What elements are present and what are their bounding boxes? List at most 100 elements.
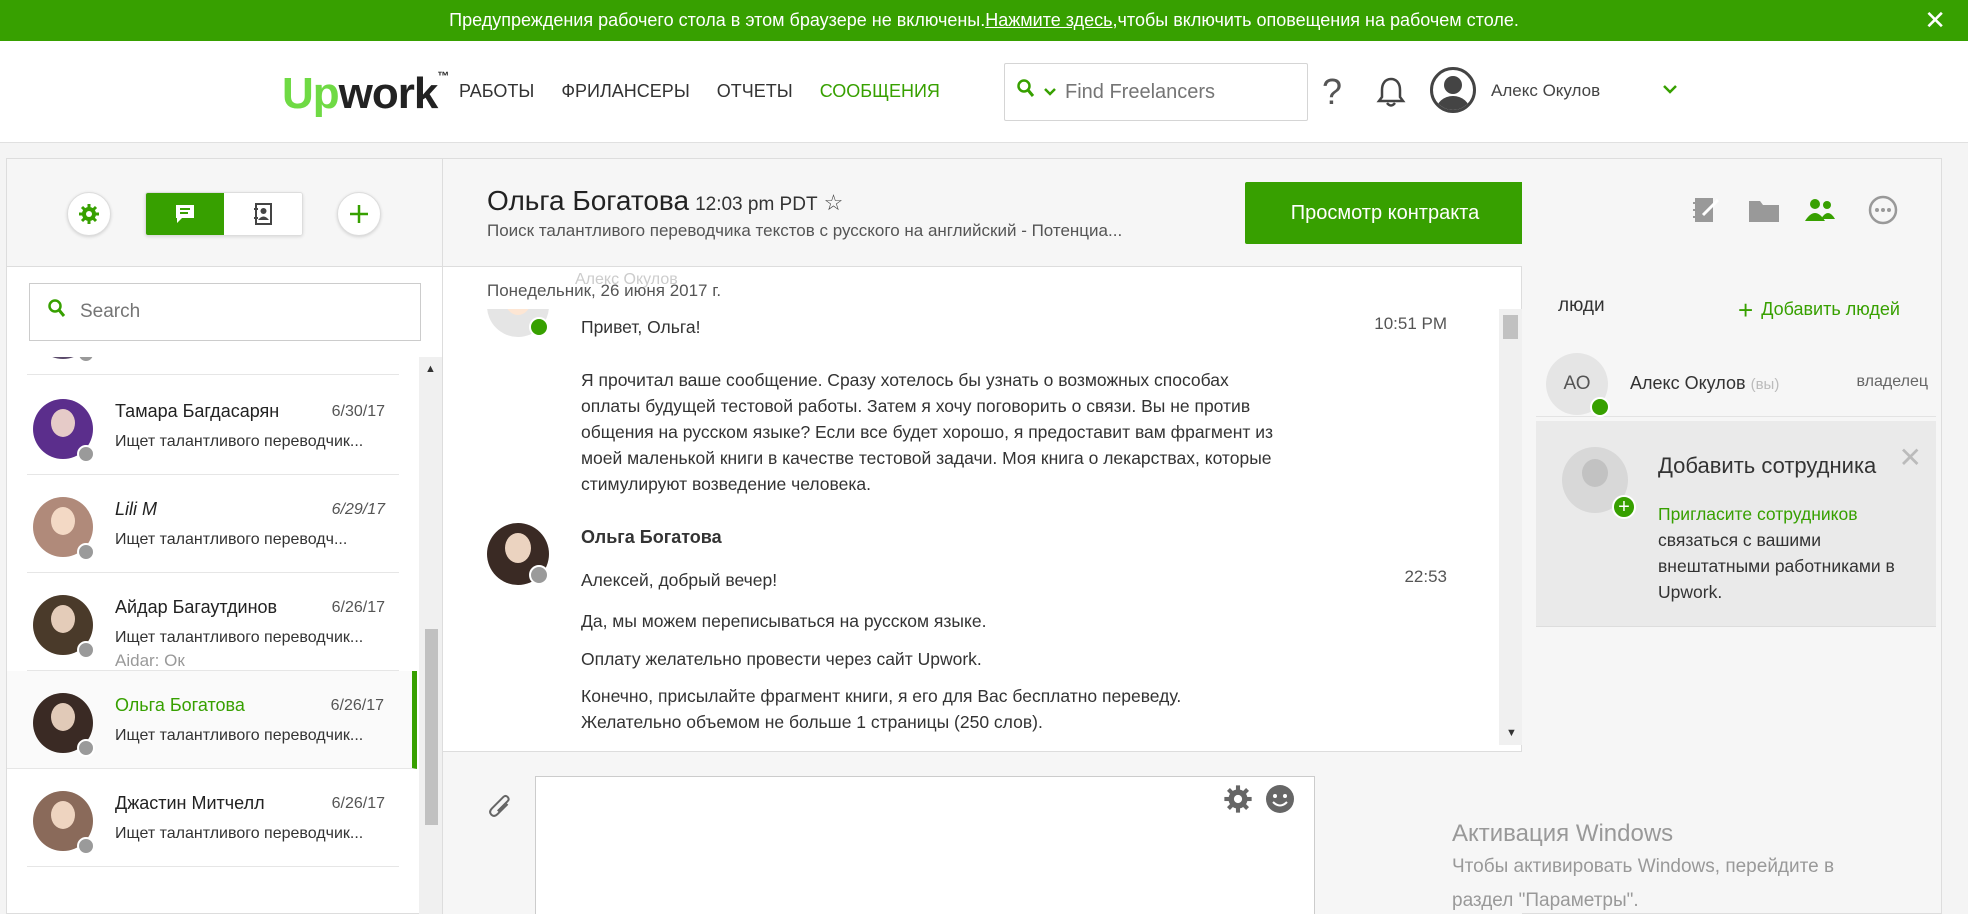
conversation-preview: Ищет талантливого переводч... [115,531,348,548]
main-nav: РАБОТЫ ФРИЛАНСЕРЫ ОТЧЕТЫ СООБЩЕНИЯ [459,81,940,102]
plus-icon [350,205,368,223]
status-badge [77,357,95,363]
view-toggle [145,192,303,236]
people-panel: люди + Добавить людей АО Алекс Окулов (вы… [1522,158,1942,914]
chat-scrollbar[interactable]: ▼ [1499,309,1523,745]
message-body: Я прочитал ваше сообщение. Сразу хотелос… [581,370,1274,494]
chevron-down-icon[interactable] [1662,81,1678,99]
chat-panel: Ольга Богатова 12:03 pm PDT ☆ Поиск талант… [442,158,1659,914]
folder-icon[interactable] [1748,197,1780,231]
paperclip-icon[interactable] [476,788,517,829]
people-icon[interactable] [1804,197,1836,231]
participant-name: Алекс Окулов (вы) [1630,373,1780,393]
list-item[interactable]: Айдар Багаутдинов 6/26/17 Ищет талантлив… [27,573,399,671]
messages-tab[interactable] [146,193,224,235]
chat-job-title[interactable]: Поиск талантливого переводчика текстов с… [487,221,1207,241]
more-options-icon[interactable] [1868,195,1898,233]
status-badge [77,739,95,757]
search-input[interactable] [1065,80,1265,104]
settings-button[interactable] [67,192,111,236]
upwork-logo[interactable]: Upwork™ [282,69,449,119]
invite-link[interactable]: Пригласите сотрудников [1658,504,1858,524]
contacts-tab[interactable] [224,193,302,235]
conversation-preview: Ищет талантливого переводчик... [115,727,364,744]
conversations-sidebar: Тамара Багдасарян 6/30/17 Ищет талантлив… [6,158,443,914]
sidebar-scrollbar[interactable]: ▲ [419,357,443,914]
star-icon[interactable]: ☆ [824,190,844,215]
freelancer-search [1004,63,1308,121]
message-composer [443,751,1523,914]
bell-icon[interactable] [1376,75,1406,109]
user-name[interactable]: Алекс Окулов [1491,81,1600,101]
plus-icon[interactable]: + [1612,495,1636,519]
status-badge [1590,397,1610,417]
desktop-notifications-banner: Предупреждения рабочего стола в этом бра… [0,0,1968,41]
scroll-down-icon[interactable]: ▼ [1506,727,1517,739]
message-line: Конечно, присылайте фрагмент книги, я ег… [581,686,1182,706]
help-icon[interactable]: ? [1322,71,1342,113]
message-line: Да, мы можем переписываться на русском я… [581,611,987,631]
close-icon[interactable]: ✕ [1899,441,1922,474]
new-conversation-button[interactable] [337,192,381,236]
date-separator: Понедельник, 26 июня 2017 г. [487,281,722,300]
message-greeting: Привет, Ольга! [581,317,701,337]
chat-local-time: 12:03 pm PDT [695,194,818,215]
contact-name: Ольга Богатова [115,695,245,715]
view-contract-button[interactable]: Просмотр контракта [1245,182,1525,244]
list-item[interactable]: Тамара Багдасарян 6/30/17 Ищет талантлив… [27,377,399,475]
conversation-date: 6/26/17 [331,599,385,616]
conversation-preview: Ищет талантливого переводчик... [115,825,364,842]
participant-row[interactable]: АО Алекс Окулов (вы) владелец [1536,343,1936,417]
chat-header: Ольга Богатова 12:03 pm PDT ☆ Поиск талант… [443,159,1659,267]
list-item[interactable]: Lili M 6/29/17 Ищет талантливого перевод… [27,475,399,573]
conversation-preview: Ищет талантливого переводчик... [115,433,364,450]
chat-icon [176,205,194,223]
conversation-date: 6/30/17 [331,403,385,420]
banner-text-after: чтобы включить оповещения на рабочем сто… [1117,10,1519,30]
gear-icon [79,204,99,224]
conversation-date: 6/26/17 [331,795,385,812]
conversation-date: 6/29/17 [331,501,385,518]
nav-messages[interactable]: СООБЩЕНИЯ [820,81,940,102]
contact-name: Айдар Багаутдинов [115,597,278,617]
message-line: Алексей, добрый вечер! [581,570,778,590]
search-icon[interactable] [1017,79,1035,105]
nav-reports[interactable]: ОТЧЕТЫ [717,81,793,102]
status-badge [77,641,95,659]
chat-contact-name: Ольга Богатова 12:03 pm PDT ☆ [487,185,844,216]
participant-role: владелец [1856,373,1928,390]
add-people-button[interactable]: + Добавить людей [1738,295,1900,326]
list-item[interactable]: Ольга Богатова 6/26/17 Ищет талантливого… [7,671,417,769]
close-icon[interactable]: ✕ [1924,6,1946,34]
notes-icon[interactable] [1692,195,1720,233]
banner-enable-link[interactable]: Нажмите здесь, [985,10,1117,31]
contact-name: Lili M [115,499,158,519]
scroll-up-icon[interactable]: ▲ [425,363,436,375]
user-avatar[interactable] [1430,67,1476,113]
message-time: 10:51 PM [1374,314,1447,333]
message-input[interactable] [535,776,1315,914]
chevron-down-icon[interactable] [1043,84,1057,100]
scroll-thumb[interactable] [1503,315,1518,339]
banner-text: Предупреждения рабочего стола в этом бра… [449,10,986,30]
scroll-thumb[interactable] [425,629,438,825]
list-item[interactable] [27,357,399,375]
contact-name: Тамара Багдасарян [115,401,280,421]
contacts-icon [254,203,272,225]
status-badge [529,565,549,585]
nav-freelancers[interactable]: ФРИЛАНСЕРЫ [561,81,689,102]
message-time: 22:53 [1404,567,1447,586]
invite-title: Добавить сотрудника [1658,453,1877,478]
status-badge [77,543,95,561]
conversation-search [29,283,421,341]
search-input[interactable] [80,301,380,323]
sidebar-toolbar [7,159,443,267]
contact-name: Джастин Митчелл [115,793,265,813]
nav-jobs[interactable]: РАБОТЫ [459,81,534,102]
gear-icon[interactable] [1223,784,1253,822]
list-item[interactable]: Джастин Митчелл 6/26/17 Ищет талантливог… [27,769,399,867]
conversation-list: Тамара Багдасарян 6/30/17 Ищет талантлив… [7,357,419,914]
windows-activation-watermark: Активация Windows Чтобы активировать Win… [1452,820,1835,911]
emoji-icon[interactable] [1265,784,1295,822]
people-title: люди [1558,295,1605,316]
